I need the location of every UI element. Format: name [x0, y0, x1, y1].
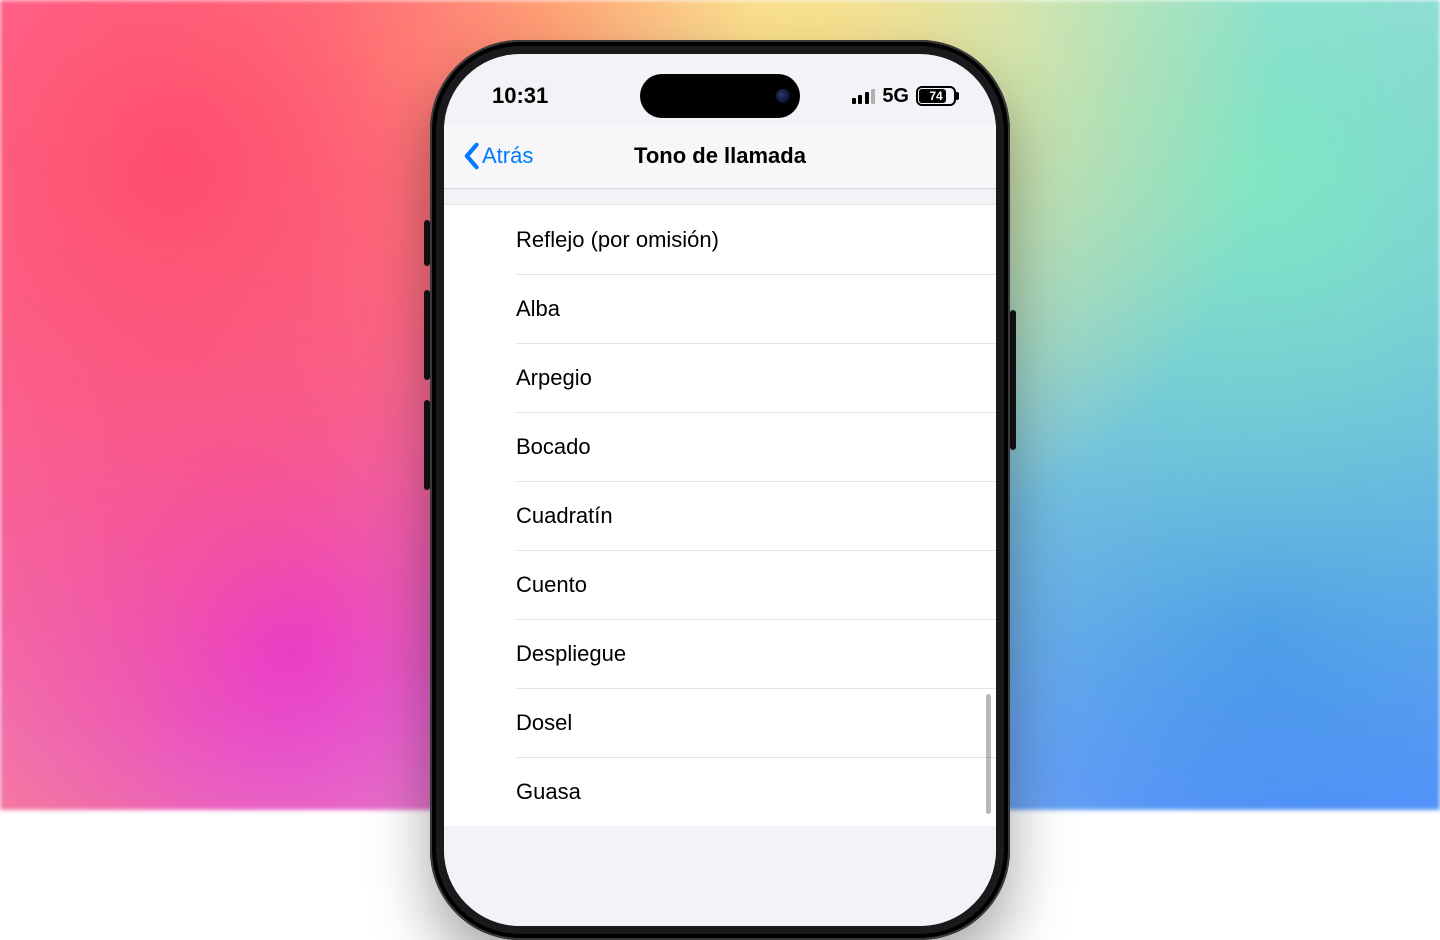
back-button-label: Atrás: [482, 143, 533, 169]
phone-side-button: [424, 220, 430, 266]
ringtone-row[interactable]: Dosel: [444, 688, 996, 757]
ringtone-row[interactable]: Bocado: [444, 412, 996, 481]
phone-side-button: [424, 290, 430, 380]
phone-screen: 10:31 5G 74 Atrás Tono de llamada: [444, 54, 996, 926]
ringtone-list: Reflejo (por omisión) Alba Arpegio Bocad…: [444, 204, 996, 826]
status-time: 10:31: [492, 83, 548, 109]
phone-side-button: [424, 400, 430, 490]
ringtone-row[interactable]: Cuadratín: [444, 481, 996, 550]
ringtone-label: Guasa: [516, 779, 581, 805]
ringtone-label: Bocado: [516, 434, 591, 460]
chevron-left-icon: [462, 142, 480, 170]
ringtone-label: Reflejo (por omisión): [516, 227, 719, 253]
navigation-bar: Atrás Tono de llamada: [444, 124, 996, 189]
ringtone-row[interactable]: Arpegio: [444, 343, 996, 412]
ringtone-row[interactable]: Cuento: [444, 550, 996, 619]
ringtone-label: Despliegue: [516, 641, 626, 667]
front-camera-icon: [776, 89, 790, 103]
ringtone-label: Alba: [516, 296, 560, 322]
page-title: Tono de llamada: [634, 143, 806, 169]
network-label: 5G: [882, 85, 909, 108]
ringtone-label: Cuento: [516, 572, 587, 598]
ringtone-list-scroll[interactable]: Reflejo (por omisión) Alba Arpegio Bocad…: [444, 188, 996, 926]
ringtone-row[interactable]: Alba: [444, 274, 996, 343]
phone-frame: 10:31 5G 74 Atrás Tono de llamada: [430, 40, 1010, 940]
ringtone-row[interactable]: Guasa: [444, 757, 996, 826]
status-right-cluster: 5G 74: [852, 85, 956, 108]
ringtone-row[interactable]: Reflejo (por omisión): [444, 205, 996, 274]
dynamic-island: [640, 74, 800, 118]
scroll-indicator: [986, 694, 991, 814]
ringtone-row[interactable]: Despliegue: [444, 619, 996, 688]
battery-icon: 74: [916, 86, 956, 106]
back-button[interactable]: Atrás: [462, 142, 533, 170]
ringtone-label: Cuadratín: [516, 503, 613, 529]
battery-percent: 74: [918, 89, 954, 103]
phone-side-button: [1010, 310, 1016, 450]
ringtone-label: Dosel: [516, 710, 572, 736]
cellular-signal-icon: [852, 88, 876, 104]
ringtone-label: Arpegio: [516, 365, 592, 391]
